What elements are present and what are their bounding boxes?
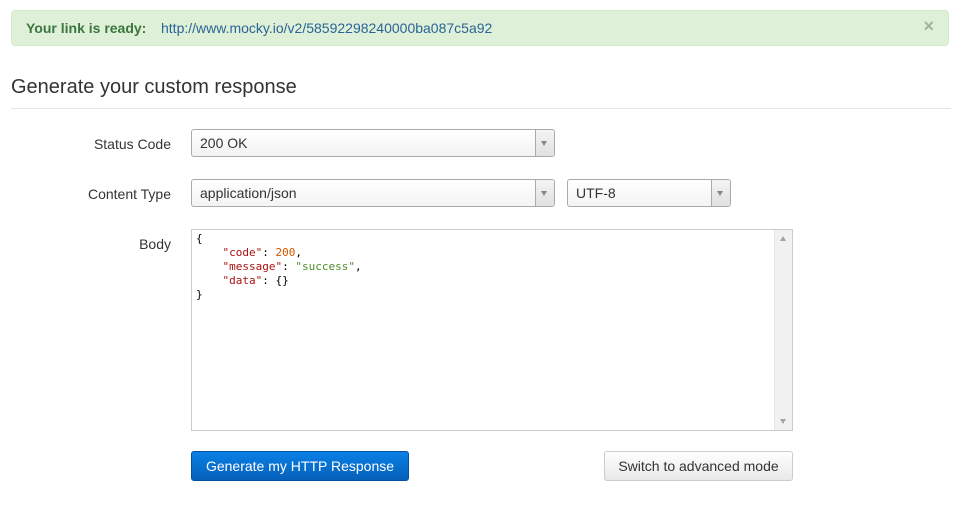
code-key: "code"	[222, 246, 263, 259]
content-type-select[interactable]: application/json	[191, 179, 555, 207]
divider	[11, 108, 951, 109]
chevron-down-icon	[717, 191, 723, 196]
body-editor[interactable]: { "code": 200, "message": "success", "da…	[191, 229, 793, 431]
content-type-label: Content Type	[87, 186, 171, 202]
chevron-down-icon	[541, 191, 547, 196]
data-key: "data"	[222, 274, 263, 287]
dropdown-button[interactable]	[535, 180, 554, 206]
scroll-up-icon[interactable]	[780, 236, 786, 241]
advanced-mode-button[interactable]: Switch to advanced mode	[604, 451, 793, 481]
editor-scrollbar[interactable]	[774, 230, 792, 430]
code-value: 200	[275, 246, 296, 259]
generate-response-button[interactable]: Generate my HTTP Response	[191, 451, 409, 481]
page-title: Generate your custom response	[11, 76, 297, 98]
code-brace-open: {	[196, 232, 203, 245]
mock-url-link[interactable]: http://www.mocky.io/v2/58592298240000ba0…	[161, 20, 492, 36]
success-alert: Your link is ready: http://www.mocky.io/…	[11, 10, 949, 46]
charset-value: UTF-8	[576, 185, 616, 201]
dropdown-button[interactable]	[711, 180, 730, 206]
content-type-value: application/json	[200, 185, 297, 201]
alert-label: Your link is ready:	[26, 20, 147, 36]
code-brace-close: }	[196, 288, 203, 301]
message-key: "message"	[222, 260, 283, 273]
data-value: {}	[275, 274, 289, 287]
body-label: Body	[139, 236, 171, 252]
scroll-down-icon[interactable]	[780, 419, 786, 424]
close-icon[interactable]: ×	[923, 17, 934, 35]
chevron-down-icon	[541, 141, 547, 146]
message-value: "success"	[295, 260, 355, 273]
dropdown-button[interactable]	[535, 130, 554, 156]
status-code-value: 200 OK	[200, 135, 248, 151]
status-code-select[interactable]: 200 OK	[191, 129, 555, 157]
charset-select[interactable]: UTF-8	[567, 179, 731, 207]
status-code-label: Status Code	[93, 136, 171, 152]
